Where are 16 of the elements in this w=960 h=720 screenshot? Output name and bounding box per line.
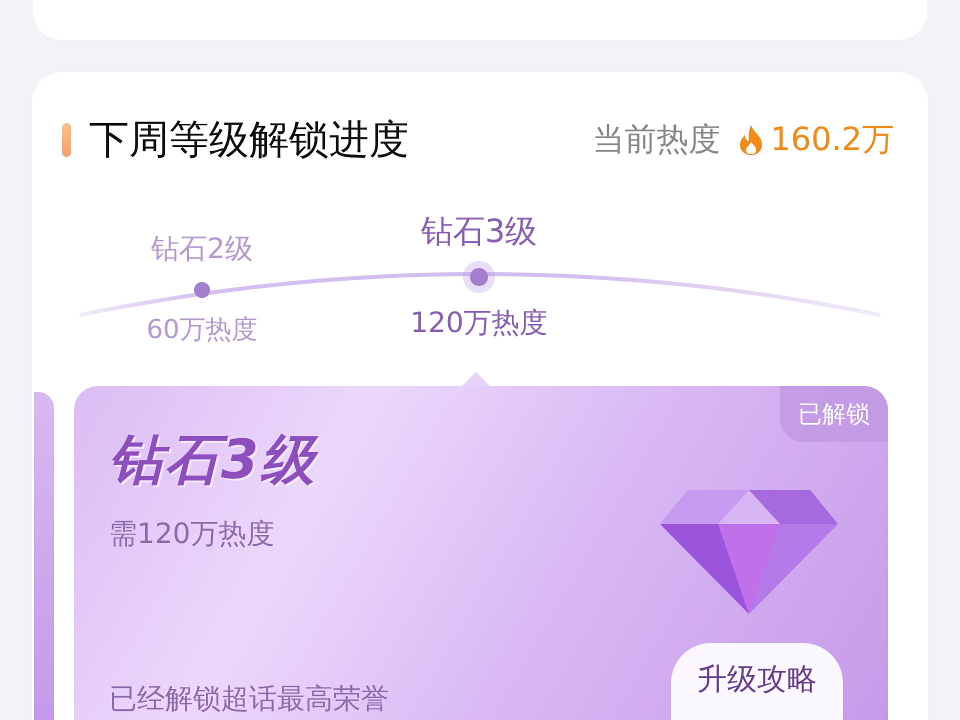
level-name: 钻石2级: [151, 231, 253, 267]
heat-value: 160.2万: [770, 118, 894, 160]
card-description: 已经解锁超话最高荣誉: [109, 681, 389, 717]
level-name: 钻石3级: [420, 211, 538, 252]
flame-icon: [738, 124, 764, 156]
accent-bar: [62, 122, 71, 156]
section-title: 下周等级解锁进度: [89, 116, 410, 165]
level-dot: [194, 282, 210, 298]
level-requirement: 120万热度: [410, 305, 548, 341]
heat-label: 当前热度: [592, 118, 720, 160]
level-requirement: 60万热度: [146, 314, 258, 347]
upgrade-guide-button[interactable]: 升级攻略: [671, 643, 843, 720]
unlocked-badge: 已解锁: [780, 386, 888, 442]
card-title: 钻石3级: [109, 427, 320, 493]
level-dot: [470, 268, 488, 286]
card-requirement: 需120万热度: [109, 516, 276, 552]
